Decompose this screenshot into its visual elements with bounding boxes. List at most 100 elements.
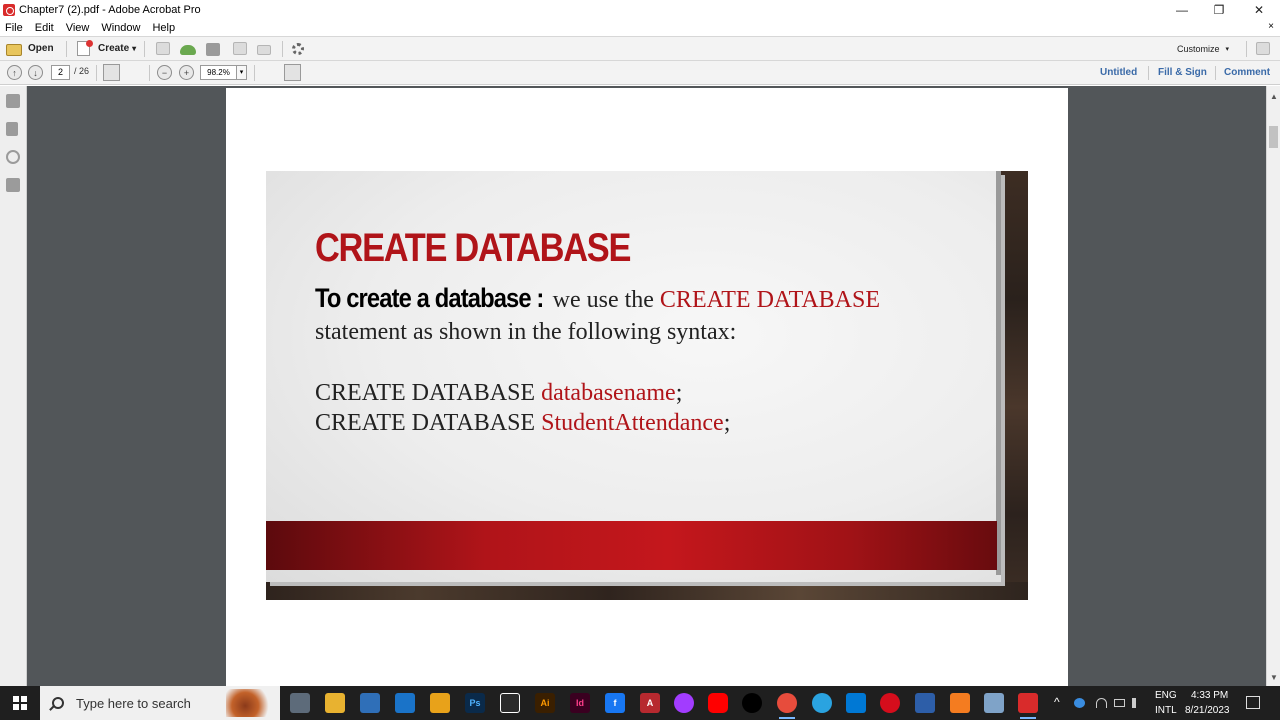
expand-button[interactable] (1256, 37, 1270, 60)
menu-bar: File Edit View Window Help × (0, 20, 1280, 36)
open-button[interactable]: Open (6, 37, 54, 60)
menu-file[interactable]: File (0, 22, 29, 34)
email-button[interactable] (257, 37, 271, 60)
vscode-icon[interactable] (846, 693, 866, 713)
bookmarks-icon[interactable] (6, 122, 18, 136)
volume-icon[interactable] (1132, 698, 1143, 708)
xampp-icon[interactable] (950, 693, 970, 713)
zoom-in-button[interactable]: + (179, 65, 194, 80)
print-icon (206, 42, 220, 56)
illustrator-icon[interactable]: Ai (535, 693, 555, 713)
restore-button[interactable]: ❐ (1199, 0, 1239, 20)
vertical-scrollbar[interactable]: ▲ ▼ (1266, 86, 1280, 686)
cloud-upload-icon (180, 45, 196, 55)
customize-button[interactable]: Customize ▾ (1177, 37, 1229, 60)
photoshop-icon[interactable]: Ps (465, 693, 485, 713)
slide-red-band (266, 521, 997, 570)
scrollbar-thumb[interactable] (1269, 126, 1278, 148)
select-tool-button[interactable] (103, 64, 120, 81)
toolbar-divider (66, 41, 67, 57)
toolbar-divider (1148, 66, 1149, 80)
hand-tool-button[interactable] (125, 64, 142, 81)
search-placeholder: Type here to search (76, 695, 191, 711)
toolbar-divider (149, 65, 150, 81)
zoom-dropdown-button[interactable]: ▾ (236, 65, 247, 80)
upload-cloud-button[interactable] (180, 37, 196, 60)
page-thumbnails-icon[interactable] (6, 94, 20, 108)
access-app-icon[interactable]: A (640, 693, 660, 713)
windows-logo-icon (13, 696, 27, 710)
acrobat-app-icon (3, 4, 15, 16)
start-button[interactable] (0, 686, 40, 720)
expand-icon (1256, 42, 1270, 55)
messenger-icon[interactable] (674, 693, 694, 713)
photos-app-icon[interactable] (430, 693, 450, 713)
create-button[interactable]: Create ▾ (77, 37, 136, 60)
search-icon (52, 697, 64, 709)
untitled-link[interactable]: Untitled (1100, 67, 1137, 78)
keyboard-layout[interactable]: INTL (1155, 705, 1177, 716)
signatures-icon[interactable] (6, 178, 20, 192)
close-document-button[interactable]: × (1268, 21, 1274, 32)
slide-line1-keyword: CREATE DATABASE (659, 287, 881, 313)
previous-page-button[interactable]: ↑ (7, 65, 22, 80)
wifi-icon[interactable] (1096, 698, 1107, 708)
syntax1-end: ; (675, 380, 683, 406)
acrobat-taskbar-icon[interactable] (1018, 693, 1038, 719)
brick-background (266, 582, 1028, 600)
slide-intro-line: To create a database : we use the CREATE… (315, 283, 880, 314)
settings-button[interactable] (292, 37, 304, 60)
notepad-icon[interactable] (984, 693, 1004, 713)
document-view[interactable]: CREATE DATABASE To create a database : w… (27, 86, 1266, 686)
menu-view[interactable]: View (60, 22, 96, 34)
clock-date[interactable]: 8/21/2023 (1185, 705, 1230, 716)
close-window-button[interactable]: ✕ (1239, 0, 1279, 20)
window-title: Chapter7 (2).pdf - Adobe Acrobat Pro (19, 4, 201, 16)
page-total: / 26 (74, 66, 90, 76)
capcut-icon[interactable] (500, 693, 520, 713)
mail-app-icon[interactable] (395, 693, 415, 713)
slide-line2: statement as shown in the following synt… (315, 319, 737, 345)
camera-app-icon[interactable] (290, 693, 310, 713)
microsoft-store-icon[interactable] (360, 693, 380, 713)
page-number-input[interactable]: 2 (51, 65, 70, 80)
youtube-icon[interactable] (708, 693, 728, 713)
slide-image: CREATE DATABASE To create a database : w… (266, 171, 1028, 600)
fit-page-button[interactable] (284, 64, 301, 81)
gear-icon (292, 42, 304, 55)
minimize-button[interactable]: — (1162, 0, 1202, 20)
scroll-down-button[interactable]: ▼ (1267, 671, 1280, 685)
chrome-icon[interactable] (777, 693, 797, 719)
next-page-button[interactable]: ↓ (28, 65, 43, 80)
telegram-icon[interactable] (812, 693, 832, 713)
zoom-out-button[interactable]: − (157, 65, 172, 80)
taskbar-search-box[interactable]: Type here to search (40, 686, 280, 720)
menu-window[interactable]: Window (95, 22, 146, 34)
zoom-level-input[interactable]: 98.2% (200, 65, 237, 80)
tray-overflow-button[interactable]: ^ (1054, 695, 1060, 709)
print-button[interactable] (206, 37, 220, 60)
tray-app-icon[interactable] (1074, 698, 1085, 708)
clock-time[interactable]: 4:33 PM (1191, 690, 1228, 701)
opera-icon[interactable] (880, 693, 900, 713)
syntax2-end: ; (723, 410, 731, 436)
tiktok-icon[interactable] (742, 693, 762, 713)
fill-and-sign-link[interactable]: Fill & Sign (1158, 67, 1207, 78)
syntax1-placeholder: databasename (541, 380, 676, 406)
language-code[interactable]: ENG (1155, 690, 1177, 701)
comment-link[interactable]: Comment (1224, 67, 1270, 78)
edit-button[interactable] (233, 37, 247, 60)
menu-help[interactable]: Help (146, 22, 181, 34)
devc-icon[interactable] (915, 693, 935, 713)
facebook-icon[interactable]: f (605, 693, 625, 713)
attachments-icon[interactable] (6, 150, 20, 164)
fit-width-button[interactable] (262, 64, 279, 81)
indesign-icon[interactable]: Id (570, 693, 590, 713)
notifications-icon[interactable] (1246, 696, 1260, 709)
save-button[interactable] (156, 37, 170, 60)
menu-edit[interactable]: Edit (29, 22, 60, 34)
battery-icon[interactable] (1114, 699, 1125, 707)
scroll-up-button[interactable]: ▲ (1267, 90, 1280, 104)
file-explorer-icon[interactable] (325, 693, 345, 713)
syntax2-text: CREATE DATABASE (315, 410, 542, 436)
